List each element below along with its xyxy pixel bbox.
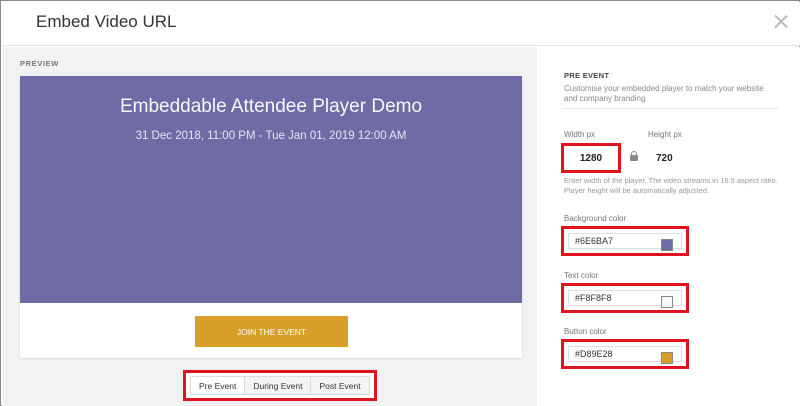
button-color-swatch[interactable] <box>661 352 673 364</box>
width-label: Width px <box>564 130 596 139</box>
height-label: Height px <box>648 130 682 139</box>
divider <box>564 108 779 109</box>
settings-panel: PRE EVENT Customise your embedded player… <box>537 47 800 406</box>
background-color-value: #6E6BA7 <box>575 236 614 246</box>
button-color-label: Button color <box>564 327 607 336</box>
event-title: Embeddable Attendee Player Demo <box>119 96 423 117</box>
event-phase-tabs: Pre Event During Event Post Event <box>190 376 370 395</box>
button-color-value: #D89E28 <box>575 349 613 359</box>
tab-pre-event[interactable]: Pre Event <box>190 376 246 395</box>
text-color-label: Text color <box>564 271 599 280</box>
event-date: 31 Dec 2018, 11:00 PM - Tue Jan 01, 2019… <box>135 130 407 142</box>
button-color-input[interactable]: #D89E28 <box>568 346 682 364</box>
width-hint: Enter width of the player. The video str… <box>564 176 778 195</box>
preview-label: PREVIEW <box>20 59 59 68</box>
width-field-highlight: 1280 <box>561 143 621 173</box>
background-color-label: Background color <box>564 214 627 223</box>
close-icon[interactable] <box>774 14 788 28</box>
section-description: Customise your embedded player to match … <box>564 84 764 103</box>
event-phase-tabs-highlight: Pre Event During Event Post Event <box>183 370 377 401</box>
dialog-header: Embed Video URL <box>2 2 800 46</box>
preview-panel: PREVIEW Embeddable Attendee Player Demo … <box>2 47 537 406</box>
text-color-highlight: #F8F8F8 <box>561 283 689 313</box>
tab-post-event[interactable]: Post Event <box>311 376 370 395</box>
player-stage: Embeddable Attendee Player Demo 31 Dec 2… <box>20 76 522 303</box>
lock-icon[interactable] <box>629 151 639 161</box>
player-preview: Embeddable Attendee Player Demo 31 Dec 2… <box>20 76 522 358</box>
background-color-input[interactable]: #6E6BA7 <box>568 233 682 251</box>
background-color-swatch[interactable] <box>661 239 673 251</box>
height-value: 720 <box>656 153 673 164</box>
background-color-highlight: #6E6BA7 <box>561 226 689 256</box>
text-color-swatch[interactable] <box>661 296 673 308</box>
tab-during-event[interactable]: During Event <box>245 376 312 395</box>
section-title: PRE EVENT <box>564 71 610 80</box>
dialog-title: Embed Video URL <box>36 12 177 31</box>
embed-dialog: Embed Video URL PREVIEW Embeddable Atten… <box>0 0 800 406</box>
width-value: 1280 <box>579 152 603 164</box>
text-color-input[interactable]: #F8F8F8 <box>568 290 682 308</box>
width-input[interactable]: 1280 <box>568 150 614 166</box>
join-event-button[interactable]: JOIN THE EVENT <box>195 316 348 347</box>
button-color-highlight: #D89E28 <box>561 339 689 369</box>
text-color-value: #F8F8F8 <box>575 293 612 303</box>
